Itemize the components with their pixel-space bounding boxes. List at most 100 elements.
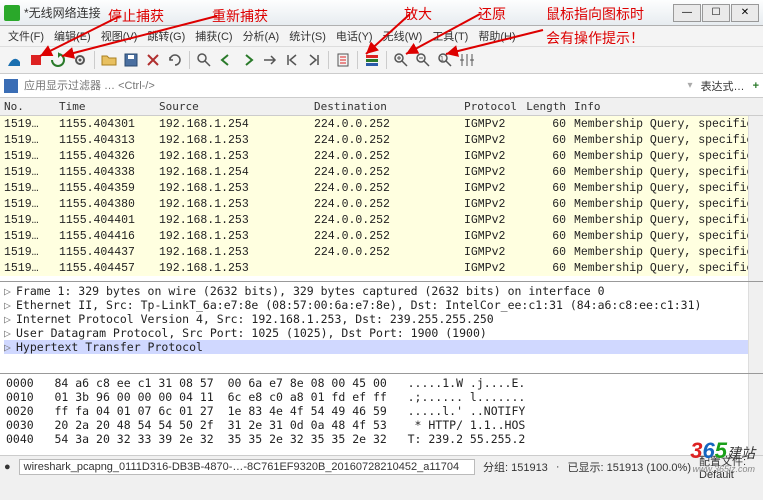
save-icon: [123, 52, 139, 68]
goto-icon: [262, 52, 278, 68]
colorize-icon: [364, 52, 380, 68]
zoom-reset-button[interactable]: 1: [435, 50, 455, 70]
packet-list-scrollbar[interactable]: [748, 116, 763, 281]
arrow-left-icon: [218, 52, 234, 68]
table-row[interactable]: 1519…1155.404313192.168.1.253224.0.0.252…: [0, 132, 763, 148]
close-file-button[interactable]: [143, 50, 163, 70]
restart-icon: [50, 52, 66, 68]
shark-fin-icon: [6, 52, 22, 68]
col-header-length[interactable]: Length: [520, 99, 570, 114]
stop-capture-button[interactable]: [26, 50, 46, 70]
reload-icon: [167, 52, 183, 68]
gear-icon: [72, 52, 88, 68]
menu-telephony[interactable]: 电话(Y): [332, 26, 377, 46]
app-icon: [4, 5, 20, 21]
table-row[interactable]: 1519…1155.404457192.168.1.253IGMPv260Mem…: [0, 260, 763, 276]
col-header-time[interactable]: Time: [55, 99, 155, 114]
open-file-button[interactable]: [99, 50, 119, 70]
col-header-source[interactable]: Source: [155, 99, 310, 114]
table-row[interactable]: 1519…1155.404380192.168.1.253224.0.0.252…: [0, 196, 763, 212]
menu-file[interactable]: 文件(F): [4, 26, 48, 46]
zoom-in-icon: [393, 52, 409, 68]
minimize-button[interactable]: —: [673, 4, 701, 22]
col-header-no[interactable]: No.: [0, 99, 55, 114]
col-header-info[interactable]: Info: [570, 99, 763, 114]
colorize-button[interactable]: [362, 50, 382, 70]
menu-capture[interactable]: 捕获(C): [191, 26, 236, 46]
go-back-button[interactable]: [216, 50, 236, 70]
go-last-icon: [306, 52, 322, 68]
details-scrollbar[interactable]: [748, 282, 763, 373]
status-bar: ● wireshark_pcapng_0111D316-DB3B-4870-…-…: [0, 455, 763, 477]
add-filter-button[interactable]: +: [753, 80, 759, 92]
close-button[interactable]: ✕: [731, 4, 759, 22]
search-icon: [196, 52, 212, 68]
table-row[interactable]: 1519…1155.404338192.168.1.254224.0.0.252…: [0, 164, 763, 180]
display-filter-bar: ▾ 表达式… +: [0, 74, 763, 98]
table-row[interactable]: 1519…1155.404301192.168.1.254224.0.0.252…: [0, 116, 763, 132]
packet-list-header: No. Time Source Destination Protocol Len…: [0, 98, 763, 116]
menu-go[interactable]: 跳转(G): [143, 26, 189, 46]
expand-icon[interactable]: ▷: [4, 284, 16, 298]
status-displayed: 已显示: 151913 (100.0%): [567, 459, 691, 475]
maximize-button[interactable]: ☐: [702, 4, 730, 22]
packet-list-body[interactable]: 1519…1155.404301192.168.1.254224.0.0.252…: [0, 116, 763, 276]
packet-bytes-pane[interactable]: 0000 84 a6 c8 ee c1 31 08 57 00 6a e7 8e…: [0, 373, 763, 455]
col-header-protocol[interactable]: Protocol: [460, 99, 520, 114]
expression-button[interactable]: 表达式…: [697, 78, 749, 94]
menu-bar: 文件(F) 编辑(E) 视图(V) 跳转(G) 捕获(C) 分析(A) 统计(S…: [0, 26, 763, 46]
expand-icon[interactable]: ▷: [4, 298, 16, 312]
auto-scroll-icon: [335, 52, 351, 68]
stop-icon: [28, 52, 44, 68]
go-to-packet-button[interactable]: [260, 50, 280, 70]
zoom-in-button[interactable]: [391, 50, 411, 70]
menu-tools[interactable]: 工具(T): [428, 26, 472, 46]
menu-wireless[interactable]: 无线(W): [379, 26, 427, 46]
reload-button[interactable]: [165, 50, 185, 70]
zoom-out-button[interactable]: [413, 50, 433, 70]
go-forward-button[interactable]: [238, 50, 258, 70]
go-first-icon: [284, 52, 300, 68]
find-button[interactable]: [194, 50, 214, 70]
packet-details-pane[interactable]: ▷Frame 1: 329 bytes on wire (2632 bits),…: [0, 281, 763, 373]
filter-bookmark-icon[interactable]: [4, 79, 18, 93]
expand-icon[interactable]: ▷: [4, 326, 16, 340]
hex-row: 0030 20 2a 20 48 54 54 50 2f 31 2e 31 0d…: [6, 418, 757, 432]
table-row[interactable]: 1519…1155.404437192.168.1.253224.0.0.252…: [0, 244, 763, 260]
table-row[interactable]: 1519…1155.404326192.168.1.253224.0.0.252…: [0, 148, 763, 164]
menu-help[interactable]: 帮助(H): [474, 26, 519, 46]
menu-statistics[interactable]: 统计(S): [285, 26, 330, 46]
first-packet-button[interactable]: [282, 50, 302, 70]
status-packets: 分组: 151913: [483, 459, 548, 475]
start-capture-button[interactable]: [4, 50, 24, 70]
packet-list-pane: No. Time Source Destination Protocol Len…: [0, 98, 763, 281]
resize-columns-icon: [459, 52, 475, 68]
detail-udp: ▷User Datagram Protocol, Src Port: 1025 …: [4, 326, 759, 340]
title-bar: *无线网络连接 — ☐ ✕: [0, 0, 763, 26]
col-header-destination[interactable]: Destination: [310, 99, 460, 114]
expand-icon[interactable]: ▷: [4, 312, 16, 326]
zoom-out-icon: [415, 52, 431, 68]
filter-dropdown-arrow[interactable]: ▾: [688, 80, 693, 91]
display-filter-input[interactable]: [22, 78, 684, 94]
toolbar: 1: [0, 46, 763, 74]
last-packet-button[interactable]: [304, 50, 324, 70]
table-row[interactable]: 1519…1155.404401192.168.1.253224.0.0.252…: [0, 212, 763, 228]
restart-capture-button[interactable]: [48, 50, 68, 70]
hex-row: 0000 84 a6 c8 ee c1 31 08 57 00 6a e7 8e…: [6, 376, 757, 390]
save-file-button[interactable]: [121, 50, 141, 70]
arrow-right-icon: [240, 52, 256, 68]
resize-columns-button[interactable]: [457, 50, 477, 70]
hex-row: 0040 54 3a 20 32 33 39 2e 32 35 35 2e 32…: [6, 432, 757, 446]
detail-frame: ▷Frame 1: 329 bytes on wire (2632 bits),…: [4, 284, 759, 298]
window-title: *无线网络连接: [24, 4, 673, 21]
hex-row: 0020 ff fa 04 01 07 6c 01 27 1e 83 4e 4f…: [6, 404, 757, 418]
expand-icon[interactable]: ▷: [4, 340, 16, 354]
auto-scroll-button[interactable]: [333, 50, 353, 70]
menu-view[interactable]: 视图(V): [97, 26, 142, 46]
capture-options-button[interactable]: [70, 50, 90, 70]
table-row[interactable]: 1519…1155.404416192.168.1.253224.0.0.252…: [0, 228, 763, 244]
menu-edit[interactable]: 编辑(E): [50, 26, 95, 46]
table-row[interactable]: 1519…1155.404359192.168.1.253224.0.0.252…: [0, 180, 763, 196]
menu-analyze[interactable]: 分析(A): [239, 26, 284, 46]
